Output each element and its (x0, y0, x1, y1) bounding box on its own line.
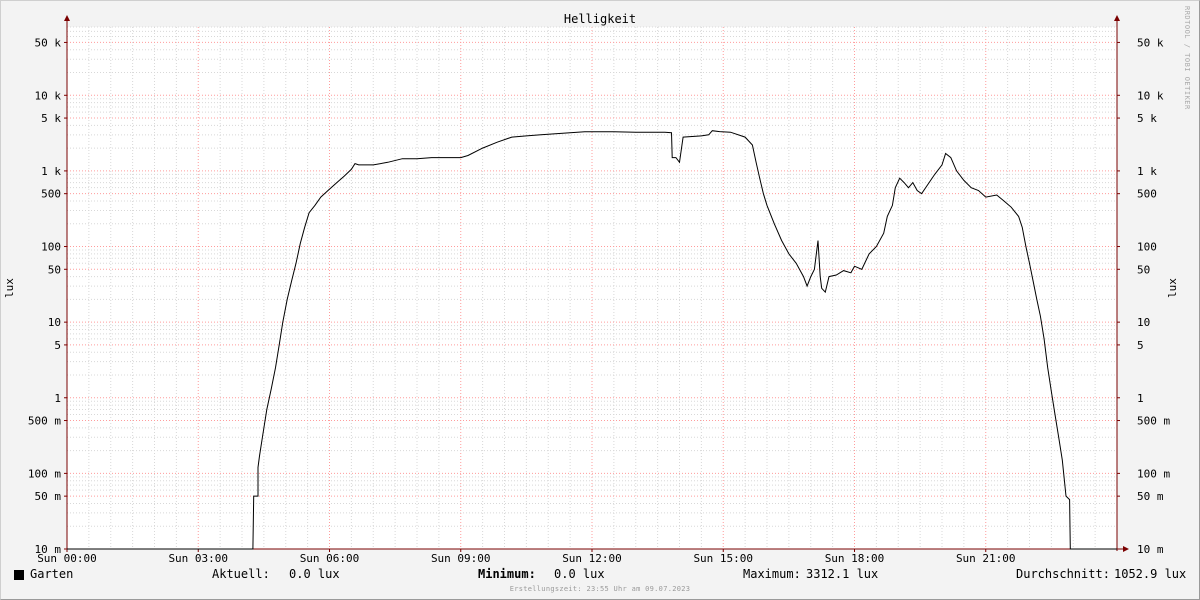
y-tick-label-left: 100 m (28, 467, 61, 480)
chart: 50 k 50 k 10 k 10 k 5 k 5 k 1 k 1 k 500 500 100 100… (3, 12, 1179, 565)
y-tick-label-right: 10 k (1137, 89, 1164, 102)
y-tick-label-right: 10 m (1137, 543, 1164, 556)
legend-min-label: Minimum: (478, 567, 536, 581)
legend-max-value: 3312.1 lux (806, 567, 879, 581)
x-tick-label: Sun 03:00 (168, 552, 228, 565)
legend-swatch (14, 570, 24, 580)
y-tick-label-left: 500 m (28, 415, 61, 428)
legend-avg-value: 1052.9 lux (1114, 567, 1187, 581)
footer-timestamp: Erstellungszeit: 23:55 Uhr am 09.07.2023 (509, 585, 691, 593)
y-tick-label-right: 5 k (1137, 112, 1157, 125)
legend-series-name: Garten (30, 567, 74, 581)
y-tick-label-right: 5 (1137, 339, 1144, 352)
y-tick-label-left: 10 (48, 316, 61, 329)
y-tick-label-right: 10 (1137, 316, 1150, 329)
y-tick-label-right: 1 (1137, 392, 1144, 405)
y-tick-label-left: 1 k (41, 165, 61, 178)
y-tick-label-left: 10 k (35, 89, 62, 102)
legend-current-value: 0.0 lux (289, 567, 340, 581)
legend-avg-label: Durchschnitt: (1016, 567, 1110, 581)
y-tick-label-left: 5 k (41, 112, 61, 125)
y-tick-label-right: 1 k (1137, 165, 1157, 178)
x-axis-arrow (1123, 546, 1129, 552)
y-axis-label-left: lux (3, 278, 16, 298)
y-tick-label-right: 500 m (1137, 415, 1170, 428)
y-tick-label-right: 50 m (1137, 490, 1164, 503)
y-tick-label-left: 50 (48, 263, 61, 276)
y-tick-label-left: 500 (41, 188, 61, 201)
y-tick-label-left: 50 k (35, 36, 62, 49)
y-tick-label-right: 50 (1137, 263, 1150, 276)
y-tick-label-right: 100 m (1137, 467, 1170, 480)
y-axis-arrow-left (64, 15, 70, 21)
y-axis-label-right: lux (1166, 278, 1179, 298)
y-tick-label-left: 1 (54, 392, 61, 405)
legend-min-value: 0.0 lux (554, 567, 605, 581)
watermark: RRDTOOL / TOBI OETIKER (1183, 6, 1191, 110)
y-tick-label-right: 500 (1137, 188, 1157, 201)
x-tick-label: Sun 00:00 (37, 552, 97, 565)
y-tick-label-left: 5 (54, 339, 61, 352)
legend-current-label: Aktuell: (212, 567, 270, 581)
y-axis-arrow-right (1114, 15, 1120, 21)
x-tick-label: Sun 09:00 (431, 552, 491, 565)
x-tick-label: Sun 15:00 (693, 552, 753, 565)
x-tick-label: Sun 12:00 (562, 552, 622, 565)
y-tick-label-right: 50 k (1137, 36, 1164, 49)
y-tick-label-left: 50 m (35, 490, 62, 503)
x-tick-label: Sun 06:00 (300, 552, 360, 565)
chart-title: Helligkeit (564, 12, 636, 26)
y-tick-label-left: 100 (41, 241, 61, 254)
x-tick-label: Sun 21:00 (956, 552, 1016, 565)
x-tick-label: Sun 18:00 (825, 552, 885, 565)
y-tick-label-right: 100 (1137, 241, 1157, 254)
legend-max-label: Maximum: (743, 567, 801, 581)
